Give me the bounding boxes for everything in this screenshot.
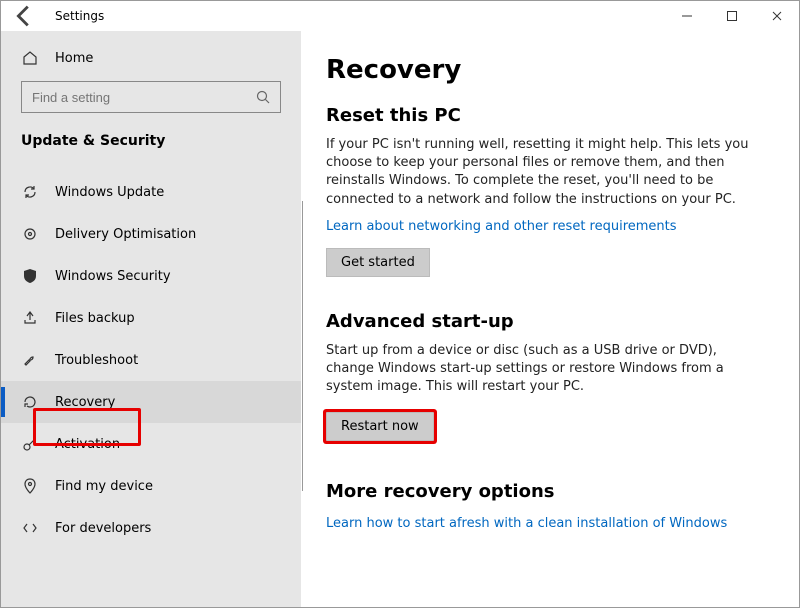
search-icon [254, 88, 272, 106]
sidebar-item-windows-security[interactable]: Windows Security [1, 255, 301, 297]
sync-icon [21, 183, 39, 201]
sidebar-item-for-developers[interactable]: For developers [1, 507, 301, 549]
key-icon [21, 435, 39, 453]
advanced-startup-heading: Advanced start-up [326, 311, 769, 332]
shield-icon [21, 267, 39, 285]
maximize-button[interactable] [709, 1, 754, 31]
sidebar-nav-list: Windows Update Delivery Optimisation Win… [1, 171, 301, 549]
search-box[interactable] [21, 81, 281, 113]
sidebar-item-files-backup[interactable]: Files backup [1, 297, 301, 339]
code-icon [21, 519, 39, 537]
minimize-button[interactable] [664, 1, 709, 31]
backup-icon [21, 309, 39, 327]
scroll-indicator [302, 201, 303, 491]
search-input[interactable] [30, 89, 254, 106]
title-bar: Settings [1, 1, 799, 31]
advanced-startup-body: Start up from a device or disc (such as … [326, 342, 756, 397]
sidebar-item-windows-update[interactable]: Windows Update [1, 171, 301, 213]
sidebar-item-home[interactable]: Home [1, 45, 301, 77]
restart-now-button[interactable]: Restart now [326, 412, 434, 441]
sidebar-item-find-my-device[interactable]: Find my device [1, 465, 301, 507]
sidebar-home-label: Home [55, 51, 93, 66]
reset-pc-body: If your PC isn't running well, resetting… [326, 136, 756, 209]
get-started-button[interactable]: Get started [326, 248, 430, 277]
location-icon [21, 477, 39, 495]
home-icon [21, 49, 39, 67]
clean-install-link[interactable]: Learn how to start afresh with a clean i… [326, 516, 727, 531]
delivery-icon [21, 225, 39, 243]
sidebar-item-label: Troubleshoot [55, 353, 138, 368]
reset-requirements-link[interactable]: Learn about networking and other reset r… [326, 219, 677, 234]
close-button[interactable] [754, 1, 799, 31]
page-title: Recovery [326, 55, 769, 85]
reset-pc-heading: Reset this PC [326, 105, 769, 126]
sidebar-item-label: Find my device [55, 479, 153, 494]
more-recovery-heading: More recovery options [326, 481, 769, 502]
window-title: Settings [55, 9, 104, 23]
recovery-icon [21, 393, 39, 411]
sidebar-item-troubleshoot[interactable]: Troubleshoot [1, 339, 301, 381]
sidebar-item-delivery-optimisation[interactable]: Delivery Optimisation [1, 213, 301, 255]
back-icon[interactable] [9, 1, 39, 31]
sidebar-item-label: Delivery Optimisation [55, 227, 196, 242]
sidebar-item-recovery[interactable]: Recovery [1, 381, 301, 423]
sidebar: Home Update & Security Windows Update De… [1, 31, 301, 607]
sidebar-item-label: Activation [55, 437, 120, 452]
wrench-icon [21, 351, 39, 369]
sidebar-item-label: Recovery [55, 395, 115, 410]
sidebar-item-label: For developers [55, 521, 151, 536]
sidebar-section-header: Update & Security [1, 125, 301, 159]
sidebar-item-label: Windows Security [55, 269, 171, 284]
sidebar-item-label: Files backup [55, 311, 135, 326]
sidebar-item-label: Windows Update [55, 185, 164, 200]
sidebar-item-activation[interactable]: Activation [1, 423, 301, 465]
content-pane: Recovery Reset this PC If your PC isn't … [301, 31, 799, 607]
